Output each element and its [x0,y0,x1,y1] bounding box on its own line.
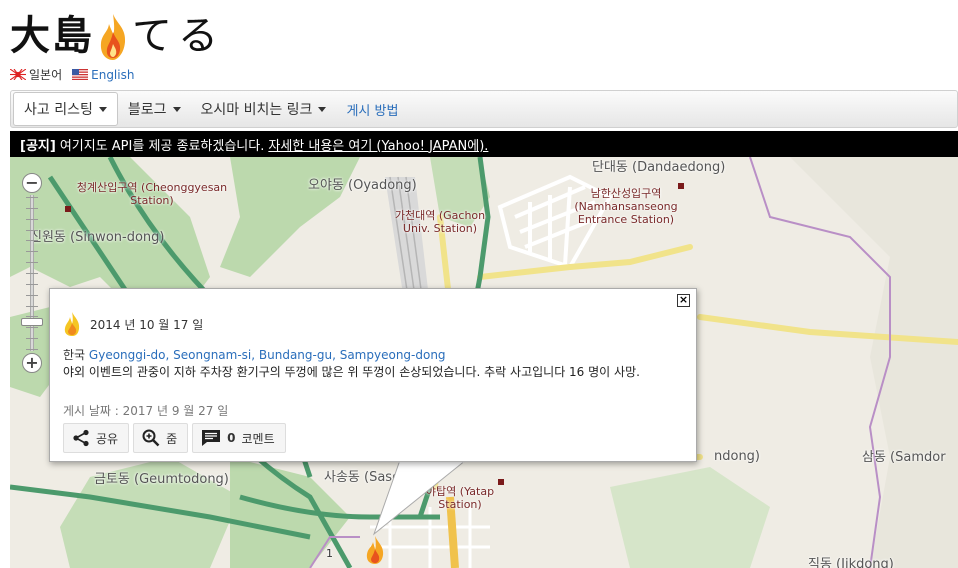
nav-blog-label: 블로그 [127,102,167,118]
us-flag-icon [72,69,89,80]
flame-icon [64,312,80,336]
zoom-in-icon [142,429,160,447]
zoom-tick [26,338,38,340]
popup-location-path[interactable]: Gyeonggi-do, Seongnam-si, Bundang-gu, Sa… [89,348,446,362]
share-icon [73,429,89,447]
nav-blog[interactable]: 블로그 [118,92,191,126]
zoom-label: 줌 [166,431,178,446]
zoom-tick [26,327,38,329]
nav-accident-listing-label: 사고 리스팅 [24,102,93,118]
zoom-tick [26,349,38,350]
accident-marker-icon[interactable] [364,535,386,565]
zoom-tick [26,229,38,231]
chevron-down-icon [98,106,107,112]
zoom-tick [26,240,38,242]
language-english-label: English [91,67,135,82]
popup-country: 한국 [63,348,86,362]
logo-kanji: 大島 [10,12,94,59]
map-label-oyadong: 오야동 (Oyadong) [308,178,417,193]
japan-flag-icon [10,69,26,80]
nav-accident-listing[interactable]: 사고 리스팅 [13,92,118,126]
map-label-geumtodong: 금토동 (Geumtodong) [94,472,229,487]
share-button[interactable]: 공유 [63,423,130,453]
nav-how-to-post-label: 게시 방법 [346,103,399,119]
comment-count: 0 [227,431,236,445]
nav-oshima-links[interactable]: 오시마 비치는 링크 [191,92,337,126]
notice-tag: [공지] [20,138,56,154]
zoom-tick [26,197,38,198]
popup-date: 2014 년 10 월 17 일 [90,317,204,332]
zoom-tick [26,283,38,285]
comment-icon [202,430,221,446]
zoom-tick [26,262,38,264]
map-label-road-number: 1 [326,547,333,560]
notice-text: 여기지도 API를 제공 종료하겠습니다. [59,138,265,154]
main-navbar: 사고 리스팅 블로그 오시마 비치는 링크 게시 방법 [10,90,958,128]
map-label-sinwon: 신원동 (Sinwon-dong) [30,230,165,245]
zoom-tick [26,273,38,274]
zoom-tick [26,251,38,253]
map-label-ndong: ndong) [714,449,761,464]
nav-how-to-post[interactable]: 게시 방법 [336,92,408,126]
language-japanese-label: 일본어 [29,68,63,82]
map-label-jikdong: 직동 (Jikdong) [808,557,894,568]
popup-actions: 공유 줌 0 코멘트 [63,423,286,453]
language-english-link[interactable]: English [72,68,134,82]
popup-close-button[interactable]: × [677,294,690,307]
share-label: 공유 [96,431,119,446]
map-label-dandaedong: 단대동 (Dandaedong) [592,160,726,175]
zoom-tick [26,305,38,307]
nav-oshima-links-label: 오시마 비치는 링크 [200,102,313,118]
map-label-gachon-station: 가천대역 (Gachon Univ. Station) [394,209,486,235]
notice-bar: [공지] 여기지도 API를 제공 종료하겠습니다. 자세한 내용은 여기 (Y… [10,131,958,157]
notice-details-link[interactable]: 자세한 내용은 여기 (Yahoo! JAPAN에). [268,135,488,154]
map-zoom-control: − + [21,173,43,373]
chevron-down-icon [172,106,181,112]
popup-pointer [372,459,467,536]
popup-header: 2014 년 10 월 17 일 [62,311,203,337]
comment-button[interactable]: 0 코멘트 [192,423,286,453]
map-label-namhansanseong-station: 남한산성입구역 (Namhansanseong Entrance Station… [574,187,678,226]
zoom-tick [26,218,38,220]
zoom-in-button[interactable]: + [22,353,42,373]
popup-location: 한국 Gyeonggi-do, Seongnam-si, Bundang-gu,… [63,346,446,363]
zoom-tick [26,294,38,296]
chevron-down-icon [318,106,327,112]
popup-posted-date: 게시 날짜 : 2017 년 9 월 27 일 [63,404,229,418]
zoom-tick [26,207,38,209]
map-label-samdong: 삼동 (Samdor [862,450,946,465]
zoom-button[interactable]: 줌 [133,423,189,453]
comment-label: 코멘트 [241,431,275,446]
language-switcher: 일본어 English [10,66,134,83]
flame-logo-icon [100,14,126,60]
language-japanese-link[interactable]: 일본어 [10,66,62,83]
zoom-out-button[interactable]: − [22,173,42,193]
logo-kana: てる [132,13,224,59]
zoom-slider-thumb[interactable] [21,317,43,326]
site-logo[interactable]: 大島 てる [10,6,224,62]
accident-info-popup: × 2014 년 10 월 17 일 한국 Gyeonggi-do, Seong… [49,288,697,462]
map-label-cheonggyesan: 청계산입구역 (Cheonggyesan Station) [76,181,228,207]
popup-description: 야외 이벤트의 관중이 지하 주차장 환기구의 뚜껑에 많은 위 뚜껑이 손상되… [63,365,640,379]
